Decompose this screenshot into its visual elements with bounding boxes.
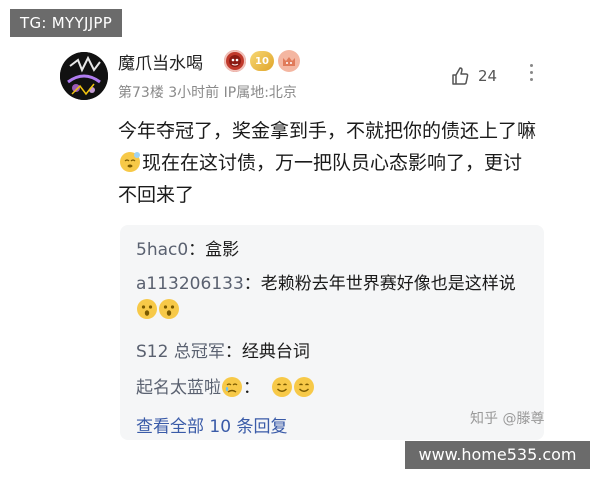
reply-author[interactable]: 5hac0 <box>136 240 188 260</box>
mask-badge-icon <box>224 50 246 72</box>
reply-separator: ： <box>243 274 261 294</box>
reply-item[interactable]: a113206133：老赖粉去年世界赛好像也是这样说 <box>136 271 536 323</box>
cat-badge-icon <box>278 50 300 72</box>
reply-text: 经典台词 <box>241 342 310 362</box>
shocked-face-icon <box>137 299 157 319</box>
reply-item[interactable]: S12 总冠军：经典台词 <box>136 339 536 365</box>
sleepy-face-icon <box>120 152 140 172</box>
username[interactable]: 魔爪当水喝 <box>118 49 203 74</box>
shocked-face-icon <box>159 299 179 319</box>
crying-face-icon <box>222 377 242 397</box>
comment-meta: 第73楼 3小时前 IP属地:北京 <box>118 85 297 101</box>
more-vertical-icon[interactable] <box>526 64 536 81</box>
reply-item[interactable]: 5hac0：盒影 <box>136 237 536 263</box>
watermark-tag: TG: MYYJJPP <box>10 9 123 37</box>
site-watermark: www.home535.com <box>405 441 590 469</box>
smile-face-icon <box>294 377 315 397</box>
reply-separator: ： <box>224 342 242 362</box>
comment-text-part2: 现在在这讨债，万一把队员心态影响了，更讨不回来了 <box>118 152 523 206</box>
reply-author[interactable]: 起名太蓝啦 <box>136 378 221 398</box>
smile-face-icon <box>272 377 293 397</box>
avatar[interactable] <box>60 52 108 100</box>
reply-text: ： <box>243 378 260 398</box>
reply-separator: ： <box>188 240 206 260</box>
view-all-replies-link[interactable]: 查看全部 10 条回复 <box>136 412 287 437</box>
thumbs-up-icon <box>452 67 469 85</box>
comment-text-part1: 今年夺冠了，奖金拿到手，不就把你的债还上了嘛 <box>118 120 537 142</box>
level-badge: 10 <box>250 51 274 71</box>
zhihu-watermark: 知乎 @滕尊 <box>470 411 545 427</box>
reply-author[interactable]: a113206133 <box>136 274 244 294</box>
reply-text: 盒影 <box>205 240 240 260</box>
avatar-image <box>60 52 108 100</box>
reply-text: 老赖粉去年世界赛好像也是这样说 <box>260 274 516 294</box>
like-count: 24 <box>478 67 498 85</box>
reply-item[interactable]: 起名太蓝啦 ： <box>136 375 536 401</box>
comment-text: 今年夺冠了，奖金拿到手，不就把你的债还上了嘛现在在这讨债，万一把队员心态影响了，… <box>118 115 536 211</box>
reply-author[interactable]: S12 总冠军 <box>136 342 225 362</box>
like-button[interactable]: 24 <box>450 66 497 86</box>
user-badges: 10 <box>224 50 300 72</box>
